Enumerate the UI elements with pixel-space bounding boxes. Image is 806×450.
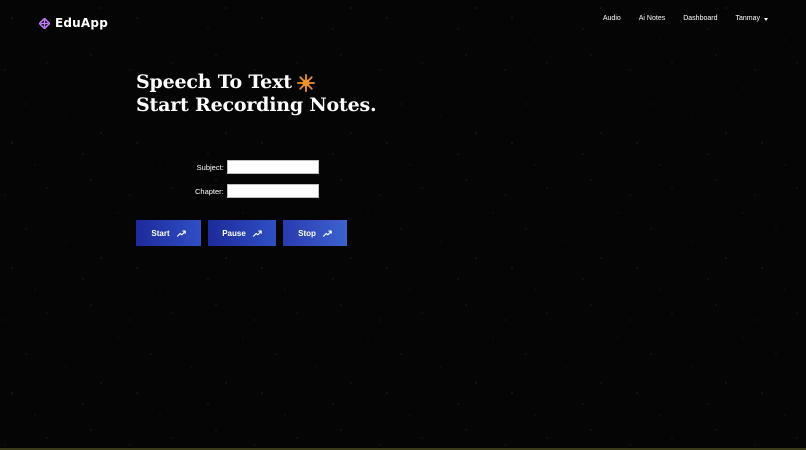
chapter-row: Chapter: (195, 183, 319, 199)
user-menu-label: Tanmay (735, 15, 760, 22)
start-button-label: Start (151, 228, 170, 238)
hero-line-1: Speech To Text (136, 71, 376, 94)
nav-item-dashboard[interactable]: Dashboard (683, 15, 717, 22)
recording-form: Subject: Chapter: (195, 159, 319, 207)
pause-button[interactable]: Pause (208, 220, 276, 246)
subject-label: Subject: (196, 162, 224, 172)
hero-line-2: Start Recording Notes. (136, 94, 377, 117)
start-button[interactable]: Start (136, 220, 201, 246)
caret-down-icon (764, 17, 768, 21)
hero-title: Speech To Text (136, 71, 292, 93)
hero-heading: Speech To Text Start Recording Notes. (136, 71, 377, 117)
pause-button-label: Pause (222, 228, 246, 238)
user-menu-dropdown[interactable]: Tanmay (735, 15, 768, 22)
trend-up-icon (176, 229, 186, 237)
subject-row: Subject: (195, 159, 319, 175)
brand-name: EduApp (55, 16, 108, 30)
brand[interactable]: EduApp (39, 16, 108, 30)
nav-item-ai-notes[interactable]: Ai Notes (639, 15, 665, 22)
sparkle-icon (296, 73, 315, 92)
stop-button[interactable]: Stop (283, 220, 347, 246)
brand-logo-icon (39, 17, 50, 29)
stop-button-label: Stop (298, 228, 316, 238)
subject-input[interactable] (226, 160, 319, 174)
main-nav: Audio Ai Notes Dashboard Tanmay (603, 15, 768, 22)
chapter-input[interactable] (226, 184, 319, 198)
hero-subtitle: Start Recording Notes. (136, 94, 377, 116)
recording-controls: Start Pause Stop (136, 220, 347, 246)
chapter-label: Chapter: (195, 186, 224, 196)
trend-up-icon (322, 229, 332, 237)
trend-up-icon (252, 229, 262, 237)
nav-item-audio[interactable]: Audio (603, 15, 621, 22)
